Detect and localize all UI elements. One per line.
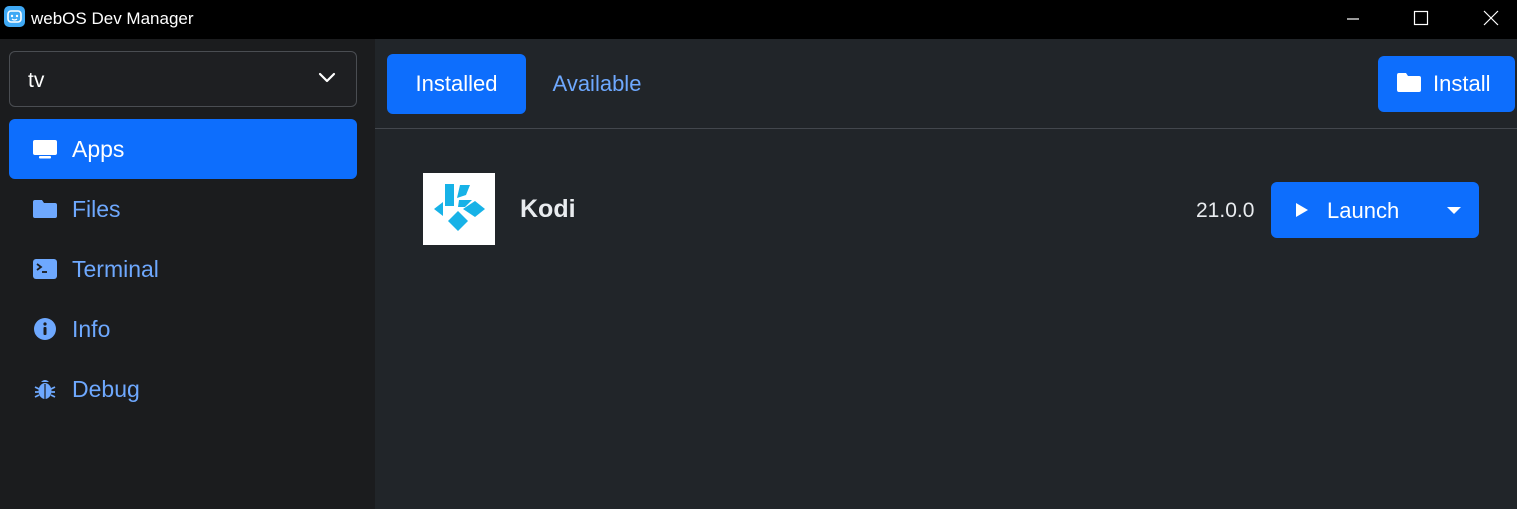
app-row-kodi: Kodi 21.0.0 Launch xyxy=(423,173,1483,247)
tab-available[interactable]: Available xyxy=(535,54,659,114)
play-icon xyxy=(1296,203,1308,217)
close-button[interactable] xyxy=(1468,0,1514,36)
launch-button-label: Launch xyxy=(1327,198,1400,223)
main-panel: Installed Available Install Kodi 21.0.0 xyxy=(375,39,1517,509)
sidebar-item-apps[interactable]: Apps xyxy=(9,119,357,179)
tab-installed[interactable]: Installed xyxy=(387,54,526,114)
sidebar-item-label: Files xyxy=(72,196,121,222)
sidebar-item-files[interactable]: Files xyxy=(9,179,357,239)
sidebar-item-label: Terminal xyxy=(72,256,159,282)
launch-dropdown-toggle[interactable] xyxy=(1431,182,1479,238)
install-button-label: Install xyxy=(1433,71,1491,96)
sidebar-item-debug[interactable]: Debug xyxy=(9,359,357,419)
maximize-button[interactable] xyxy=(1398,0,1444,36)
sidebar-item-label: Info xyxy=(72,316,111,342)
folder-icon xyxy=(33,200,57,218)
device-select-value: tv xyxy=(28,69,45,92)
folder-open-icon xyxy=(1397,73,1421,92)
bug-icon xyxy=(34,380,56,399)
sidebar: tv Apps Files Terminal Info Debug xyxy=(0,39,375,509)
minimize-button[interactable] xyxy=(1330,0,1376,36)
sidebar-item-label: Apps xyxy=(72,136,125,162)
kodi-logo xyxy=(423,173,495,245)
info-icon xyxy=(34,318,56,340)
toolbar: Installed Available Install xyxy=(375,39,1517,129)
title-bar: webOS Dev Manager xyxy=(0,0,1517,39)
close-icon xyxy=(1483,10,1499,26)
window-title: webOS Dev Manager xyxy=(31,9,194,28)
app-version: 21.0.0 xyxy=(1196,199,1255,222)
install-button[interactable]: Install xyxy=(1378,56,1515,112)
tab-label: Available xyxy=(552,71,642,96)
sidebar-item-info[interactable]: Info xyxy=(9,299,357,359)
sidebar-item-terminal[interactable]: Terminal xyxy=(9,239,357,299)
launch-button-group: Launch xyxy=(1271,182,1479,238)
sidebar-item-label: Debug xyxy=(72,376,140,402)
tab-label: Installed xyxy=(415,71,498,96)
app-logo-icon xyxy=(4,6,25,27)
maximize-icon xyxy=(1413,10,1429,26)
caret-down-icon xyxy=(1447,207,1461,214)
minimize-icon xyxy=(1347,18,1359,20)
launch-button[interactable]: Launch xyxy=(1271,182,1431,238)
chevron-down-icon xyxy=(318,72,336,83)
tv-icon xyxy=(33,140,57,159)
app-name: Kodi xyxy=(520,195,576,223)
device-select[interactable]: tv xyxy=(9,51,357,107)
terminal-icon xyxy=(33,259,57,279)
